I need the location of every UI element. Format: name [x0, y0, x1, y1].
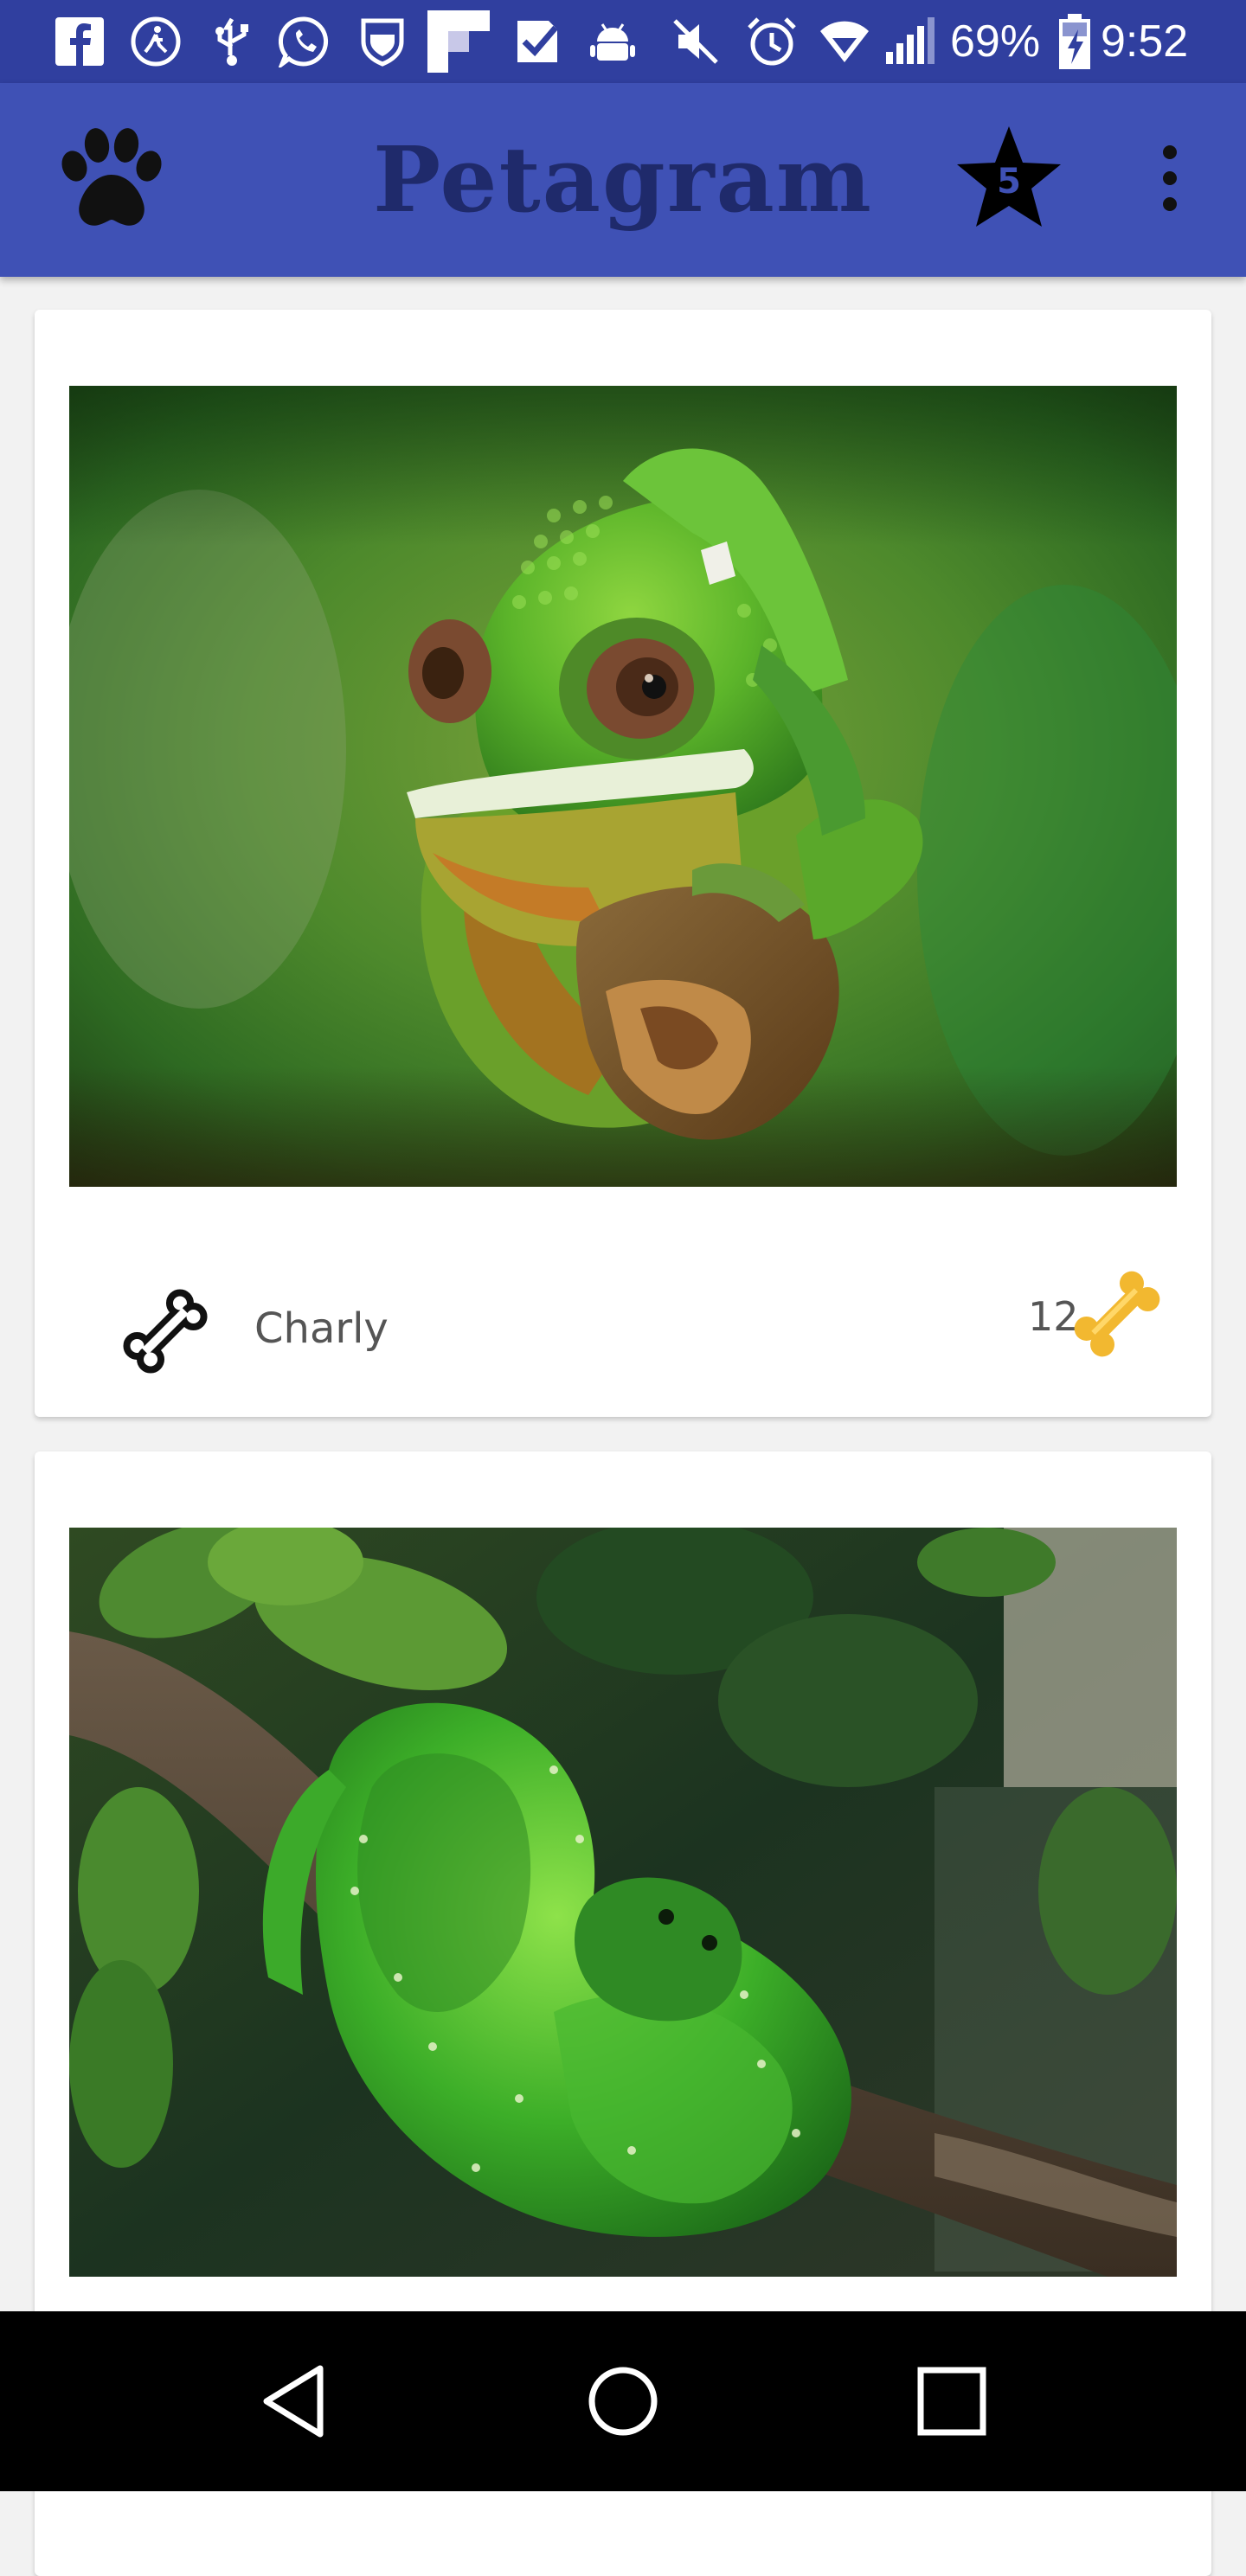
wifi-icon	[820, 21, 869, 63]
alarm-icon	[748, 17, 796, 66]
pet-card-footer: Charly 12	[35, 1187, 1211, 1417]
favorites-count: 5	[997, 162, 1021, 202]
flipboard-icon	[427, 10, 490, 73]
shield-icon	[361, 18, 404, 67]
app-bar: Petagram 5	[0, 83, 1246, 277]
battery-percentage: 69%	[950, 16, 1041, 67]
signal-icon	[886, 17, 934, 64]
facebook-icon	[55, 17, 104, 66]
check-icon	[517, 21, 558, 62]
overflow-dot	[1163, 197, 1177, 211]
pet-card: Charly 12	[35, 310, 1211, 1417]
overflow-dot	[1163, 145, 1177, 159]
status-bar: 69% 9:52	[0, 0, 1246, 83]
like-button[interactable]	[118, 1284, 213, 1379]
navigation-bar	[0, 2311, 1246, 2491]
back-icon[interactable]	[251, 2358, 337, 2445]
pet-photo-chameleon	[69, 386, 1177, 1187]
pet-photo-python	[69, 1528, 1177, 2277]
recents-icon[interactable]	[909, 2358, 995, 2445]
overflow-dot	[1163, 171, 1177, 185]
android-debug-icon	[590, 23, 635, 61]
accessibility-icon	[131, 16, 181, 67]
whatsapp-icon	[279, 16, 329, 67]
overflow-menu-button[interactable]	[1151, 145, 1189, 215]
clock: 9:52	[1101, 16, 1189, 67]
mute-icon	[673, 19, 718, 64]
chameleon-photo	[69, 386, 1177, 1187]
green-python-photo	[69, 1528, 1177, 2277]
home-icon[interactable]	[580, 2358, 666, 2445]
battery-charging-icon	[1059, 14, 1090, 69]
pet-name: Charly	[254, 1304, 389, 1353]
usb-icon	[215, 17, 248, 66]
bone-gold-icon	[1074, 1271, 1160, 1357]
